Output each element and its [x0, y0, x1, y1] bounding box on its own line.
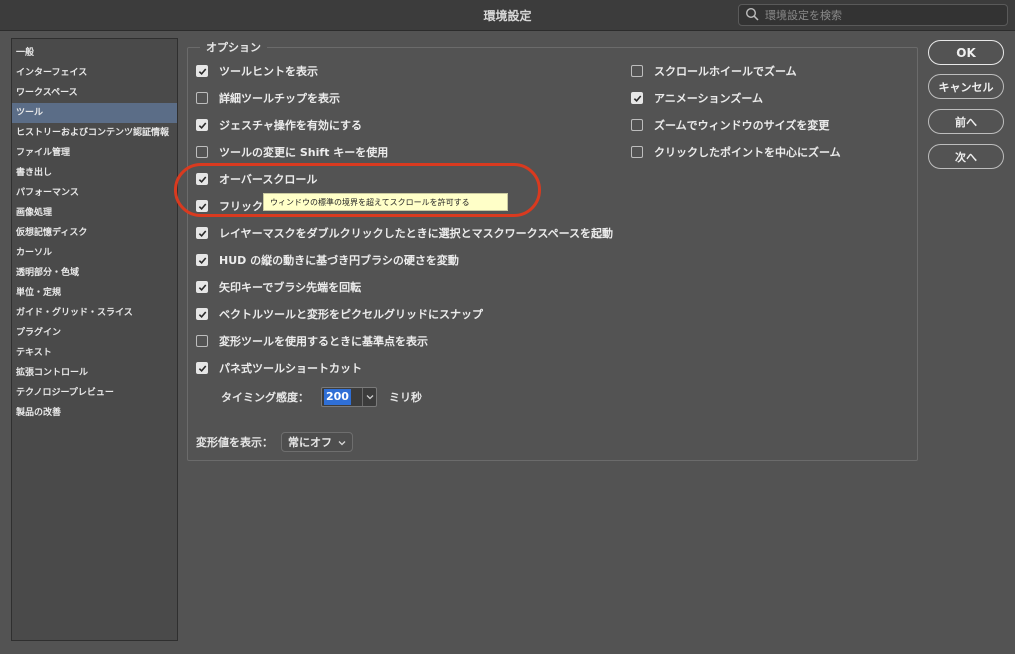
timing-combobox[interactable]: 200 [321, 387, 377, 407]
sidebar-item-cursors[interactable]: カーソル [12, 243, 177, 263]
sidebar-item-export[interactable]: 書き出し [12, 163, 177, 183]
option-label: アニメーションズーム [654, 92, 764, 105]
timing-unit: ミリ秒 [389, 391, 422, 404]
sidebar-item-general[interactable]: 一般 [12, 43, 177, 63]
option-spring-loaded-shortcuts[interactable]: パネ式ツールショートカット [196, 359, 362, 377]
checkbox-checked[interactable] [196, 119, 208, 131]
option-hud-hardness[interactable]: HUD の縦の動きに基づき円ブラシの硬さを変動 [196, 251, 459, 269]
sidebar-item-plugins[interactable]: プラグイン [12, 323, 177, 343]
option-zoom-resizes-windows[interactable]: ズームでウィンドウのサイズを変更 [631, 116, 829, 134]
checkbox-unchecked[interactable] [631, 146, 643, 158]
annotation-highlight-ellipse [174, 163, 541, 217]
checkbox-unchecked[interactable] [631, 65, 643, 77]
sidebar-item-tech-previews[interactable]: テクノロジープレビュー [12, 383, 177, 403]
timing-sensitivity-row: タイミング感度： 200 ミリ秒 [221, 387, 422, 407]
option-label: スクロールホイールでズーム [654, 65, 797, 78]
checkbox-checked[interactable] [631, 92, 643, 104]
sidebar-item-type[interactable]: テキスト [12, 343, 177, 363]
option-label: パネ式ツールショートカット [219, 362, 362, 375]
option-zoom-clicked-point[interactable]: クリックしたポイントを中心にズーム [631, 143, 841, 161]
option-mask-doubleclick[interactable]: レイヤーマスクをダブルクリックしたときに選択とマスクワークスペースを起動 [196, 224, 613, 242]
timing-value[interactable]: 200 [324, 389, 351, 405]
sidebar-item-history[interactable]: ヒストリーおよびコンテンツ認証情報 [12, 123, 177, 143]
next-button[interactable]: 次へ [928, 144, 1004, 169]
sidebar-item-transparency[interactable]: 透明部分・色域 [12, 263, 177, 283]
checkbox-checked[interactable] [196, 254, 208, 266]
option-label: ツールの変更に Shift キーを使用 [219, 146, 389, 159]
sidebar-item-file-handling[interactable]: ファイル管理 [12, 143, 177, 163]
sidebar-item-scratch-disks[interactable]: 仮想記憶ディスク [12, 223, 177, 243]
options-legend: オプション [200, 39, 267, 55]
sidebar-item-interface[interactable]: インターフェイス [12, 63, 177, 83]
option-label: 矢印キーでブラシ先端を回転 [219, 281, 362, 294]
option-label: クリックしたポイントを中心にズーム [654, 146, 841, 159]
option-arrow-rotate-brush[interactable]: 矢印キーでブラシ先端を回転 [196, 278, 361, 296]
option-show-tooltips[interactable]: ツールヒントを表示 [196, 62, 318, 80]
cancel-button[interactable]: キャンセル [928, 74, 1004, 99]
checkbox-checked[interactable] [196, 281, 208, 293]
transform-select-value: 常にオフ [288, 436, 332, 449]
timing-label: タイミング感度： [221, 391, 309, 404]
option-label: HUD の縦の動きに基づき円ブラシの硬さを変動 [219, 254, 459, 267]
option-label: ベクトルツールと変形をピクセルグリッドにスナップ [219, 308, 483, 321]
chevron-down-icon [332, 436, 346, 449]
sidebar-item-image-processing[interactable]: 画像処理 [12, 203, 177, 223]
sidebar-item-tools[interactable]: ツール [12, 103, 177, 123]
option-snap-pixel-grid[interactable]: ベクトルツールと変形をピクセルグリッドにスナップ [196, 305, 483, 323]
option-shift-tool-switch[interactable]: ツールの変更に Shift キーを使用 [196, 143, 388, 161]
checkbox-unchecked[interactable] [196, 335, 208, 347]
option-label: 詳細ツールチップを表示 [219, 92, 340, 105]
option-scroll-wheel-zoom[interactable]: スクロールホイールでズーム [631, 62, 797, 80]
checkbox-checked[interactable] [196, 362, 208, 374]
checkbox-unchecked[interactable] [196, 146, 208, 158]
search-input[interactable] [765, 8, 995, 22]
ok-button[interactable]: OK [928, 40, 1004, 65]
option-show-reference-point[interactable]: 変形ツールを使用するときに基準点を表示 [196, 332, 428, 350]
search-icon [745, 6, 759, 25]
sidebar-item-performance[interactable]: パフォーマンス [12, 183, 177, 203]
search-field[interactable] [738, 4, 1008, 26]
checkbox-unchecked[interactable] [631, 119, 643, 131]
checkbox-checked[interactable] [196, 227, 208, 239]
checkbox-checked[interactable] [196, 65, 208, 77]
checkbox-unchecked[interactable] [196, 92, 208, 104]
sidebar-item-enhanced-controls[interactable]: 拡張コントロール [12, 363, 177, 383]
option-label: 変形ツールを使用するときに基準点を表示 [219, 335, 428, 348]
sidebar-item-workspace[interactable]: ワークスペース [12, 83, 177, 103]
option-animated-zoom[interactable]: アニメーションズーム [631, 89, 763, 107]
transform-values-select[interactable]: 常にオフ [281, 432, 353, 452]
option-label: ツールヒントを表示 [219, 65, 318, 78]
chevron-down-icon[interactable] [362, 388, 376, 406]
transform-values-row: 変形値を表示： 常にオフ [196, 432, 353, 452]
option-label: ジェスチャ操作を有効にする [219, 119, 362, 132]
checkbox-checked[interactable] [196, 308, 208, 320]
sidebar-item-product-improvement[interactable]: 製品の改善 [12, 403, 177, 423]
sidebar-item-units-rulers[interactable]: 単位・定規 [12, 283, 177, 303]
category-sidebar: 一般 インターフェイス ワークスペース ツール ヒストリーおよびコンテンツ認証情… [11, 38, 178, 641]
prev-button[interactable]: 前へ [928, 109, 1004, 134]
transform-label: 変形値を表示： [196, 436, 273, 449]
sidebar-item-guides[interactable]: ガイド・グリッド・スライス [12, 303, 177, 323]
option-label: レイヤーマスクをダブルクリックしたときに選択とマスクワークスペースを起動 [219, 227, 614, 240]
option-label: ズームでウィンドウのサイズを変更 [654, 119, 830, 132]
title-bar: 環境設定 [0, 0, 1015, 31]
option-rich-tooltips[interactable]: 詳細ツールチップを表示 [196, 89, 340, 107]
option-enable-gestures[interactable]: ジェスチャ操作を有効にする [196, 116, 362, 134]
